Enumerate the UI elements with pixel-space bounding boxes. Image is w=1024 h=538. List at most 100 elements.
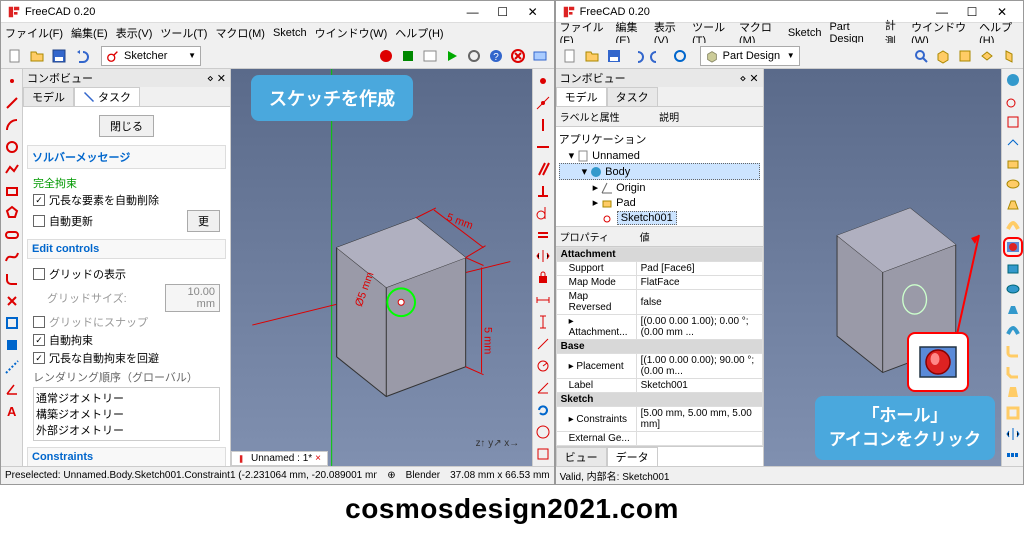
tree-application[interactable]: アプリケーション <box>559 130 760 148</box>
polyline-icon[interactable] <box>2 159 22 179</box>
prop-constraints[interactable]: [5.00 mm, 5.00 mm, 5.00 mm] <box>636 407 762 432</box>
text-icon[interactable]: A <box>2 401 22 421</box>
grid-size-input[interactable]: 10.00 mm <box>165 284 220 312</box>
tree-origin[interactable]: ▸ Origin <box>559 180 760 195</box>
chk-grid[interactable] <box>33 268 45 280</box>
select-conflict-icon[interactable] <box>533 422 553 442</box>
parallel-icon[interactable] <box>533 159 553 179</box>
panel-close-icon[interactable]: ⋄ ✕ <box>739 72 758 85</box>
leave-sketch-icon[interactable] <box>508 46 528 66</box>
prop-placement[interactable]: [(1.00 0.00 0.00); 90.00 °; (0.00 m... <box>636 354 762 379</box>
hole-icon[interactable] <box>1003 237 1023 257</box>
right-icon[interactable] <box>999 46 1019 66</box>
edit-sketch-icon[interactable] <box>1003 112 1023 131</box>
undo-icon[interactable] <box>71 46 91 66</box>
stop-icon[interactable] <box>398 46 418 66</box>
dim-v-icon[interactable] <box>533 312 553 332</box>
chamfer-icon[interactable] <box>1003 362 1023 381</box>
prop-extgeo[interactable] <box>636 432 762 446</box>
save-icon[interactable] <box>49 46 69 66</box>
front-icon[interactable] <box>955 46 975 66</box>
open-icon[interactable] <box>27 46 47 66</box>
whatsthis-icon[interactable]: ? <box>486 46 506 66</box>
close-button[interactable]: ✕ <box>518 2 548 22</box>
menu-window[interactable]: ウインドウ(W) <box>315 25 388 41</box>
prop-attachoff[interactable]: [(0.00 0.00 1.00); 0.00 °; (0.00 mm ... <box>636 315 762 340</box>
search-icon[interactable] <box>911 46 931 66</box>
play-icon[interactable] <box>442 46 462 66</box>
tab-model[interactable]: モデル <box>556 87 607 106</box>
pad-icon[interactable] <box>1003 154 1023 173</box>
dim-angle-icon[interactable] <box>533 378 553 398</box>
slot-icon[interactable] <box>2 225 22 245</box>
point-on-icon[interactable] <box>533 93 553 113</box>
workbench-selector[interactable]: Part Design <box>700 46 800 66</box>
tab-task[interactable]: タスク <box>74 87 140 106</box>
menu-partdesign[interactable]: Part Design <box>829 21 876 45</box>
coincident-icon[interactable] <box>533 71 553 91</box>
menu-edit[interactable]: 編集(E) <box>71 25 108 41</box>
subsweep-icon[interactable] <box>1003 321 1023 340</box>
tree-sketch001[interactable]: Sketch001 <box>559 210 760 226</box>
undo-icon[interactable] <box>626 46 646 66</box>
map-sketch-icon[interactable] <box>1003 133 1023 152</box>
menu-view[interactable]: 表示(V) <box>116 25 153 41</box>
close-doc-icon[interactable]: × <box>315 453 321 464</box>
tab-model[interactable]: モデル <box>23 87 74 106</box>
construction-icon[interactable] <box>2 357 22 377</box>
vertical-icon[interactable] <box>533 115 553 135</box>
angle-icon[interactable] <box>2 379 22 399</box>
prop-mapmode[interactable]: FlatFace <box>636 276 762 290</box>
draft-icon[interactable] <box>1003 383 1023 402</box>
open-icon[interactable] <box>582 46 602 66</box>
save-icon[interactable] <box>604 46 624 66</box>
external-icon[interactable] <box>2 313 22 333</box>
block-icon[interactable] <box>533 268 553 288</box>
viewport-left[interactable]: 5 mm 5 mm Ø5 mm z↑ y↗ x→ スケッチを作成 Unnamed… <box>231 69 532 466</box>
linear-pattern-icon[interactable] <box>1003 445 1023 464</box>
circle-icon[interactable] <box>2 137 22 157</box>
close-button[interactable]: 閉じる <box>99 115 154 137</box>
dim-radius-icon[interactable] <box>533 356 553 376</box>
tree-unnamed[interactable]: ▾ Unnamed <box>559 148 760 163</box>
fillet-icon[interactable] <box>1003 342 1023 361</box>
panel-close-icon[interactable]: ⋄ ✕ <box>207 72 226 85</box>
tangent-icon[interactable] <box>533 203 553 223</box>
iso-icon[interactable] <box>933 46 953 66</box>
geo-construction[interactable]: 構築ジオメトリー <box>36 406 217 422</box>
bspline-icon[interactable] <box>2 247 22 267</box>
trim-icon[interactable] <box>2 291 22 311</box>
tree-body[interactable]: ▾ Body <box>559 163 760 180</box>
menu-file[interactable]: ファイル(F) <box>5 25 63 41</box>
subloft-icon[interactable] <box>1003 300 1023 319</box>
macro-icon[interactable] <box>420 46 440 66</box>
chk-avoid[interactable]: ✓ <box>33 352 45 364</box>
pocket-icon[interactable] <box>1003 259 1023 278</box>
record-icon[interactable] <box>376 46 396 66</box>
internal-align-icon[interactable] <box>533 444 553 464</box>
horizontal-icon[interactable] <box>533 137 553 157</box>
geo-external[interactable]: 外部ジオメトリー <box>36 422 217 438</box>
tab-task[interactable]: タスク <box>607 87 658 106</box>
new-icon[interactable] <box>560 46 580 66</box>
viewport-right[interactable]: 「ホール」 アイコンをクリック <box>764 69 1001 466</box>
menu-tool[interactable]: ツール(T) <box>160 25 207 41</box>
prop-mapreversed[interactable]: false <box>636 290 762 315</box>
sweep-icon[interactable] <box>1003 216 1023 235</box>
menu-sketch[interactable]: Sketch <box>273 27 307 39</box>
loft-icon[interactable] <box>1003 195 1023 214</box>
workbench-selector[interactable]: Sketcher <box>101 46 201 66</box>
mirror-icon[interactable] <box>1003 425 1023 444</box>
dim-h-icon[interactable] <box>533 290 553 310</box>
view-sketch-icon[interactable] <box>530 46 550 66</box>
prop-support[interactable]: Pad [Face6] <box>636 262 762 276</box>
top-icon[interactable] <box>977 46 997 66</box>
groove-icon[interactable] <box>1003 279 1023 298</box>
point-icon[interactable] <box>2 71 22 91</box>
refresh-icon[interactable] <box>670 46 690 66</box>
update-button[interactable]: 更 <box>187 210 220 232</box>
line-icon[interactable] <box>2 93 22 113</box>
menu-macro[interactable]: マクロ(M) <box>215 25 265 41</box>
nav-style[interactable]: Blender <box>406 470 440 481</box>
nav-style-icon[interactable]: ⊕ <box>387 470 395 481</box>
